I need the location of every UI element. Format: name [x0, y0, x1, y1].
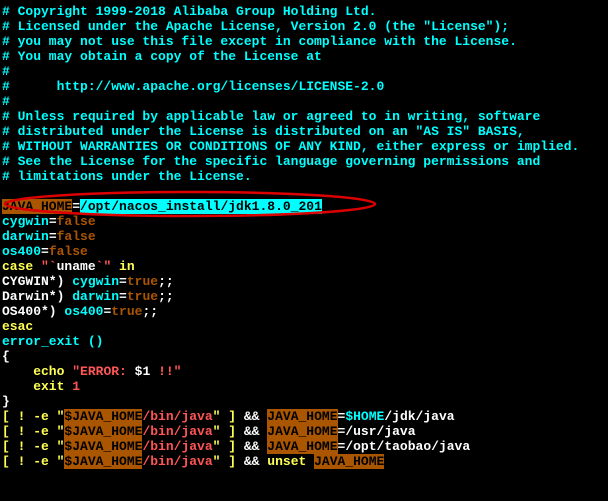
license-line: #: [2, 94, 606, 109]
java-home-var: JAVA_HOME: [267, 424, 337, 439]
license-line: # WITHOUT WARRANTIES OR CONDITIONS OF AN…: [2, 139, 606, 154]
and-operator: &&: [244, 424, 260, 439]
var-value: false: [49, 244, 88, 259]
test-line: [ ! -e "$JAVA_HOME/bin/java" ] && JAVA_H…: [2, 439, 606, 454]
equals-sign: =: [72, 199, 80, 214]
space: [306, 454, 314, 469]
path-segment: /bin/java: [142, 409, 212, 424]
keyword-echo: echo: [33, 364, 64, 379]
case-branch: Darwin*) darwin=true;;: [2, 289, 606, 304]
and-operator: &&: [244, 409, 260, 424]
case-branch: OS400*) os400=true;;: [2, 304, 606, 319]
var-name: os400: [64, 304, 103, 319]
var-value: false: [57, 229, 96, 244]
license-line: # See the License for the specific langu…: [2, 154, 606, 169]
java-home-var: $JAVA_HOME: [64, 454, 142, 469]
test-line: [ ! -e "$JAVA_HOME/bin/java" ] && unset …: [2, 454, 606, 469]
var-assign-line: cygwin=false: [2, 214, 606, 229]
equals-sign: =: [49, 214, 57, 229]
path-segment: /bin/java: [142, 424, 212, 439]
var-name: os400: [2, 244, 41, 259]
equals-sign: =: [41, 244, 49, 259]
var-assign-line: darwin=false: [2, 229, 606, 244]
exit-code: 1: [72, 379, 80, 394]
positional-arg: $1: [135, 364, 151, 379]
var-name: cygwin: [72, 274, 119, 289]
var-value: true: [127, 289, 158, 304]
java-home-var: $JAVA_HOME: [64, 424, 142, 439]
test-bracket-close: " ]: [213, 409, 244, 424]
case-pattern: Darwin*): [2, 289, 72, 304]
and-operator: &&: [244, 439, 260, 454]
java-home-line: JAVA_HOME=/opt/nacos_install/jdk1.8.0_20…: [2, 199, 606, 214]
home-var: $HOME: [345, 409, 384, 424]
var-value: true: [127, 274, 158, 289]
case-branch: CYGWIN*) cygwin=true;;: [2, 274, 606, 289]
test-bracket: [ ! -e ": [2, 424, 64, 439]
and-operator: &&: [244, 454, 260, 469]
java-home-var: $JAVA_HOME: [64, 439, 142, 454]
var-value: true: [111, 304, 142, 319]
test-bracket: [ ! -e ": [2, 454, 64, 469]
license-line: # You may obtain a copy of the License a…: [2, 49, 606, 64]
command-uname: uname: [57, 259, 96, 274]
echo-line: echo "ERROR: $1 !!": [2, 364, 606, 379]
test-bracket-close: " ]: [213, 454, 244, 469]
case-end: ;;: [158, 289, 174, 304]
java-home-var: $JAVA_HOME: [64, 409, 142, 424]
keyword-esac: esac: [2, 319, 606, 334]
case-pattern: CYGWIN*): [2, 274, 72, 289]
test-line: [ ! -e "$JAVA_HOME/bin/java" ] && JAVA_H…: [2, 409, 606, 424]
terminal-viewport[interactable]: # Copyright 1999-2018 Alibaba Group Hold…: [0, 0, 608, 473]
keyword-exit: exit: [33, 379, 64, 394]
function-name: error_exit (): [2, 334, 606, 349]
java-home-var: JAVA_HOME: [267, 439, 337, 454]
keyword-in: in: [119, 259, 135, 274]
test-bracket-close: " ]: [213, 424, 244, 439]
license-line: #: [2, 64, 606, 79]
var-name: darwin: [72, 289, 119, 304]
license-line: # Licensed under the Apache License, Ver…: [2, 19, 606, 34]
path-segment: /bin/java: [142, 439, 212, 454]
license-line: # you may not use this file except in co…: [2, 34, 606, 49]
var-name: cygwin: [2, 214, 49, 229]
quoted-text: "`: [33, 259, 56, 274]
keyword-case: case: [2, 259, 33, 274]
java-home-value: /opt/nacos_install/jdk1.8.0_201: [80, 199, 322, 214]
quoted-text: `": [96, 259, 119, 274]
case-line: case "`uname`" in: [2, 259, 606, 274]
case-pattern: OS400*): [2, 304, 64, 319]
java-home-var: JAVA_HOME: [267, 409, 337, 424]
license-line: # distributed under the License is distr…: [2, 124, 606, 139]
path-value: /opt/taobao/java: [345, 439, 470, 454]
path-value: /usr/java: [345, 424, 415, 439]
equals-sign: =: [49, 229, 57, 244]
case-end: ;;: [142, 304, 158, 319]
path-segment: /jdk/java: [384, 409, 454, 424]
java-home-var: JAVA_HOME: [2, 199, 72, 214]
brace-close: }: [2, 394, 606, 409]
string-literal: !!": [150, 364, 181, 379]
blank-line: [2, 184, 606, 199]
license-line: # http://www.apache.org/licenses/LICENSE…: [2, 79, 606, 94]
exit-line: exit 1: [2, 379, 606, 394]
equals-sign: =: [119, 289, 127, 304]
test-bracket-close: " ]: [213, 439, 244, 454]
test-bracket: [ ! -e ": [2, 409, 64, 424]
equals-sign: =: [119, 274, 127, 289]
keyword-unset: unset: [267, 454, 306, 469]
license-line: # limitations under the License.: [2, 169, 606, 184]
test-line: [ ! -e "$JAVA_HOME/bin/java" ] && JAVA_H…: [2, 424, 606, 439]
test-bracket: [ ! -e ": [2, 439, 64, 454]
var-value: false: [57, 214, 96, 229]
string-literal: "ERROR:: [72, 364, 134, 379]
license-line: # Copyright 1999-2018 Alibaba Group Hold…: [2, 4, 606, 19]
path-segment: /bin/java: [142, 454, 212, 469]
var-name: darwin: [2, 229, 49, 244]
brace-open: {: [2, 349, 606, 364]
var-assign-line: os400=false: [2, 244, 606, 259]
license-line: # Unless required by applicable law or a…: [2, 109, 606, 124]
case-end: ;;: [158, 274, 174, 289]
java-home-var: JAVA_HOME: [314, 454, 384, 469]
